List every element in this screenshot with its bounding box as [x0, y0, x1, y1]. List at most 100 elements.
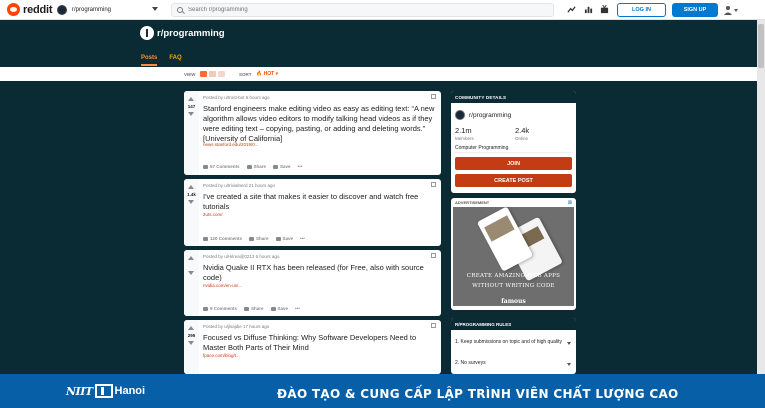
post-card[interactable]: 1.4k Posted by u/trivialnerd 21 hours ag… [184, 179, 441, 246]
post-link[interactable]: nvidia.com/en-us/... [203, 283, 242, 288]
comments-button[interactable]: 9 Comments [203, 306, 237, 311]
post-card[interactable]: Posted by u/Hilrea@0213 6 hours ago Nvid… [184, 250, 441, 316]
comments-count: 57 Comments [210, 164, 240, 169]
chevron-down-icon[interactable] [567, 342, 571, 345]
post-title[interactable]: Focused vs Diffuse Thinking: Why Softwar… [203, 333, 435, 353]
rules-header: R/PROGRAMMING RULES [451, 318, 576, 330]
save-button[interactable]: Save [270, 306, 288, 311]
view-card-icon[interactable] [200, 71, 207, 77]
downvote-icon[interactable] [188, 112, 194, 116]
upvote-icon[interactable] [188, 97, 194, 101]
share-label: Share [253, 164, 267, 169]
rule-item[interactable]: 1. Keep submissions on topic and of high… [455, 339, 565, 346]
rule-item[interactable]: 2. No surveys [455, 360, 565, 367]
vote-column: 147 [184, 91, 199, 175]
divider [455, 152, 572, 153]
advertisement-label: ADVERTISEMENT [455, 200, 490, 205]
downvote-icon[interactable] [188, 200, 194, 204]
join-button[interactable]: JOIN [455, 157, 572, 170]
save-label: Save [280, 164, 291, 169]
view-classic-icon[interactable] [209, 71, 216, 77]
logo-niit-text: NIIT [66, 384, 93, 398]
share-icon [246, 164, 252, 169]
subreddit-banner [0, 20, 765, 67]
logo-hanoi-text: Hanoi [114, 385, 146, 397]
stats-icon[interactable] [584, 5, 593, 14]
external-link-icon[interactable] [431, 182, 436, 187]
vote-column [184, 250, 199, 316]
external-link-icon[interactable] [431, 94, 436, 99]
subreddit-tabs: Posts FAQ [141, 55, 182, 66]
community-topic: Computer Programming [455, 145, 509, 151]
post-link[interactable]: news.stanford.edu/2019/0... [203, 142, 259, 147]
view-compact-icon[interactable] [218, 71, 225, 77]
tab-faq[interactable]: FAQ [169, 55, 181, 66]
tab-posts[interactable]: Posts [141, 55, 158, 66]
signup-button[interactable]: SIGN UP [672, 3, 718, 17]
vote-count: 147 [187, 104, 196, 109]
post-meta: Posted by u/Hilrea@0213 6 hours ago [203, 254, 280, 259]
comments-count: 120 Comments [210, 236, 243, 241]
vote-count: 295 [187, 333, 196, 338]
online-count: 2.4k [515, 126, 530, 135]
upvote-icon[interactable] [188, 185, 194, 189]
downvote-icon[interactable] [188, 341, 194, 345]
create-post-button[interactable]: CREATE POST [455, 174, 572, 187]
chevron-down-icon[interactable] [567, 363, 571, 366]
share-button[interactable]: Share [246, 164, 267, 169]
user-menu-icon[interactable] [724, 5, 738, 15]
page-scrollbar[interactable] [757, 20, 765, 374]
post-actions: 9 Comments Share Save ••• [203, 306, 300, 311]
share-icon [249, 236, 255, 241]
post-meta: Posted by u/trost-bot 6 hours ago [203, 95, 270, 100]
more-options-button[interactable]: ••• [298, 164, 303, 169]
comments-button[interactable]: 57 Comments [203, 164, 240, 169]
community-dropdown[interactable]: r/programming [57, 3, 160, 17]
post-title[interactable]: Nvidia Quake II RTX has been released (f… [203, 263, 435, 283]
share-button[interactable]: Share [244, 306, 264, 311]
comments-button[interactable]: 120 Comments [203, 236, 242, 241]
community-dropdown-label: r/programming [72, 7, 112, 13]
top-header: reddit r/programming LOG IN SIGN UP [0, 0, 765, 20]
trending-icon[interactable] [567, 5, 576, 14]
community-details-header: COMMUNITY DETAILS [451, 91, 576, 103]
upvote-icon[interactable] [188, 256, 194, 260]
sidebar-community[interactable]: r/programming [455, 110, 511, 120]
search-box[interactable] [171, 3, 554, 17]
external-link-icon[interactable] [431, 323, 436, 328]
sort-value: HOT [263, 71, 275, 77]
post-card[interactable]: 295 Posted by u/jlsajdie 17 hours ago Fo… [184, 320, 441, 374]
more-options-button[interactable]: ••• [300, 236, 305, 241]
post-title[interactable]: I've created a site that makes it easier… [203, 192, 435, 212]
more-options-button[interactable]: ••• [295, 306, 300, 311]
post-link[interactable]: fpace.com/blog/t... [203, 353, 240, 358]
share-button[interactable]: Share [249, 236, 269, 241]
ad-info-icon[interactable]: ⊠ [568, 200, 572, 206]
save-button[interactable]: Save [273, 164, 291, 169]
sort-label: SORT [239, 72, 252, 77]
ad-headline-1: CREATE AMAZING WEB APPS [466, 273, 561, 279]
post-card[interactable]: 147 Posted by u/trost-bot 6 hours ago St… [184, 91, 441, 175]
save-button[interactable]: Save [275, 236, 294, 241]
search-input[interactable] [188, 7, 528, 13]
comment-icon [203, 306, 208, 311]
tv-icon[interactable] [600, 5, 609, 14]
view-label: VIEW [184, 72, 196, 77]
reddit-logo[interactable]: reddit [7, 3, 53, 16]
share-icon [244, 306, 250, 311]
login-button[interactable]: LOG IN [617, 3, 666, 17]
save-label: Save [282, 236, 294, 241]
ad-image[interactable]: CREATE AMAZING WEB APPS WITHOUT WRITING … [453, 206, 574, 306]
niit-hanoi-logo: NIIT Hanoi [66, 384, 145, 398]
ad-brand: famous [501, 298, 526, 305]
flame-icon: 🔥 [256, 71, 263, 77]
external-link-icon[interactable] [431, 253, 436, 258]
sort-dropdown[interactable]: 🔥 HOT ▾ [256, 71, 278, 77]
community-icon [57, 5, 67, 15]
view-sort-bar [0, 67, 765, 81]
post-link[interactable]: 2uts.com/ [203, 212, 223, 217]
post-title[interactable]: Stanford engineers make editing video as… [203, 104, 435, 144]
scrollbar-thumb[interactable] [758, 24, 764, 68]
upvote-icon[interactable] [188, 326, 194, 330]
downvote-icon[interactable] [188, 271, 194, 275]
